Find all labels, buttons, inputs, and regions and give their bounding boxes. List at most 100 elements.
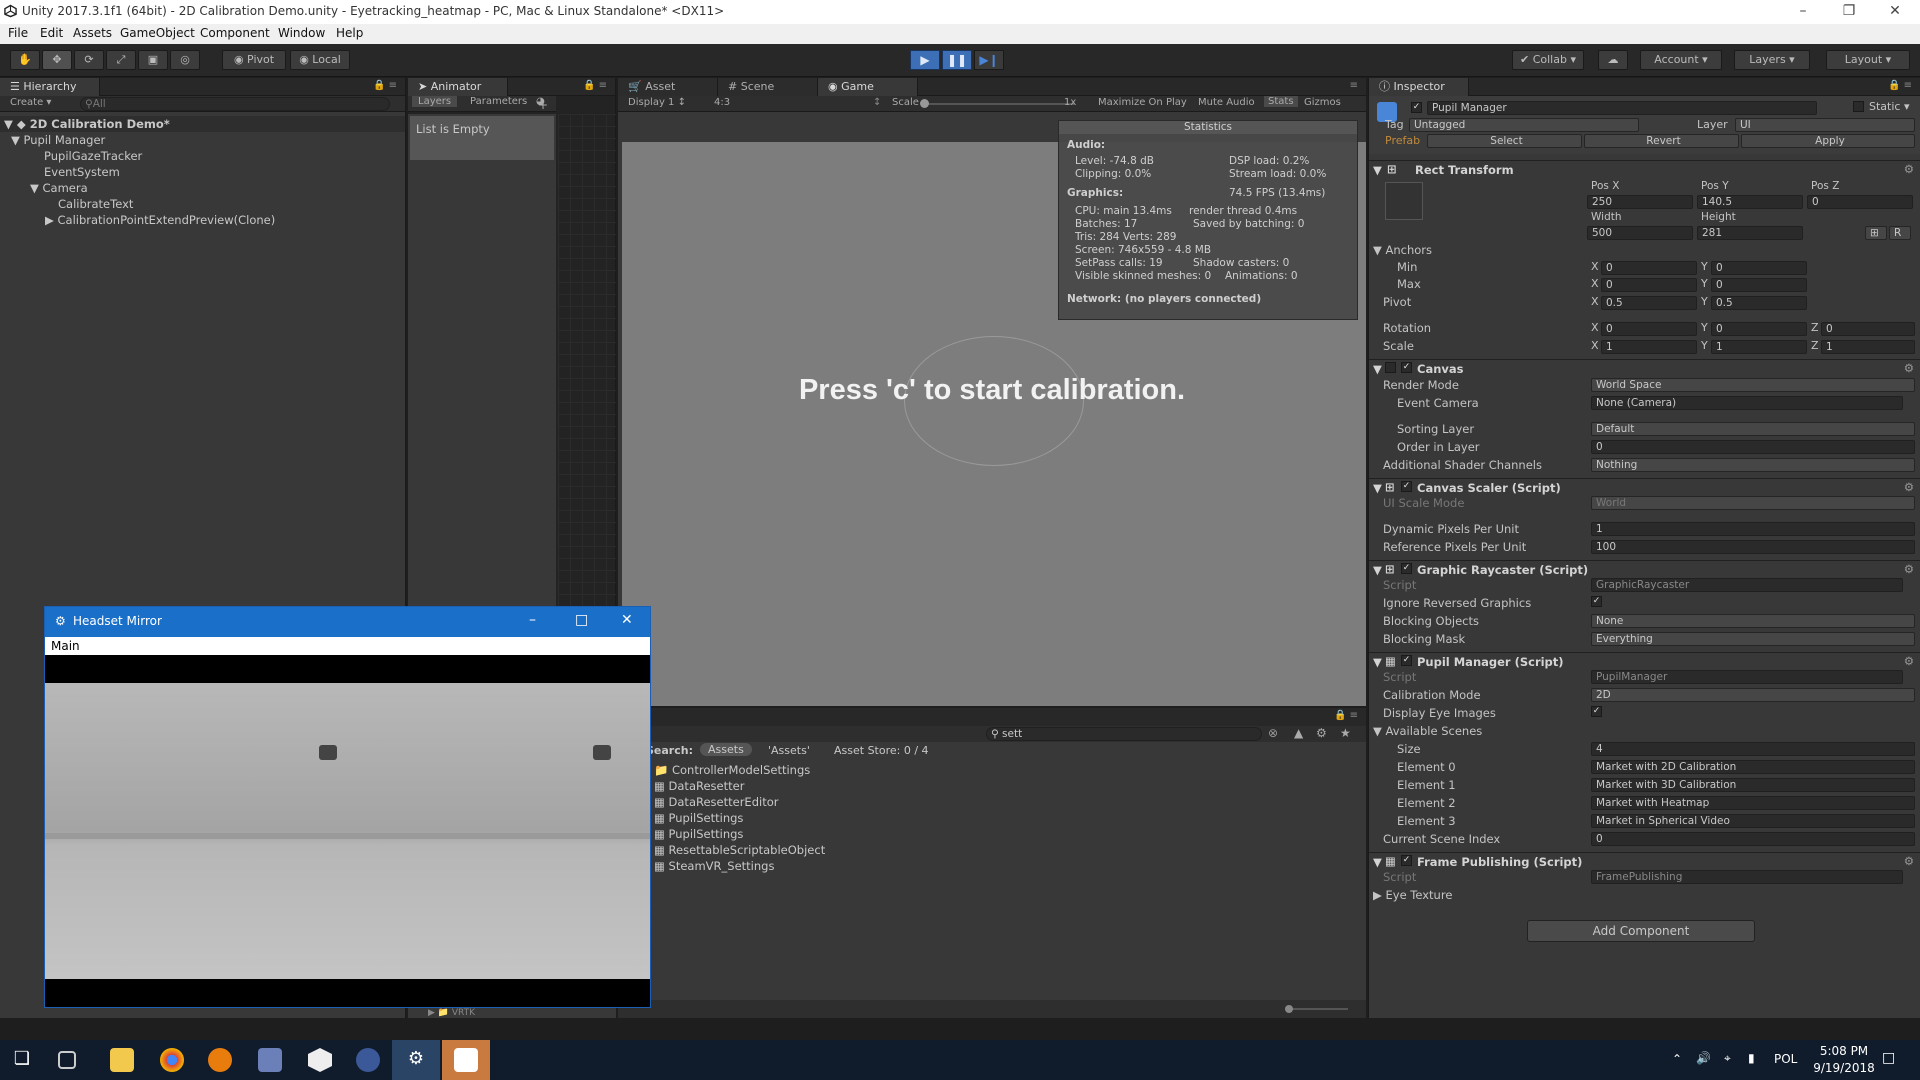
maximize-on-play-toggle[interactable]: Maximize On Play xyxy=(1098,97,1187,108)
hierarchy-item-event-system[interactable]: EventSystem xyxy=(44,164,120,180)
unity-taskbar-icon[interactable] xyxy=(308,1048,332,1072)
rotate-tool-icon[interactable]: ⟳ xyxy=(74,50,104,70)
panel-menu-icon[interactable]: 🔒 ≡ xyxy=(373,80,397,91)
layer-dropdown[interactable]: UI xyxy=(1735,118,1915,132)
settings-gear-icon[interactable]: ⚙ xyxy=(404,1048,428,1072)
component-settings-icon[interactable]: ⚙ xyxy=(1904,854,1914,868)
anchor-max-x-field[interactable]: 0 xyxy=(1601,278,1697,292)
component-settings-icon[interactable]: ⚙ xyxy=(1904,361,1914,375)
scale-y-field[interactable]: 1 xyxy=(1711,340,1807,354)
posx-field[interactable]: 250 xyxy=(1587,195,1693,209)
local-toggle[interactable]: ◉ Local xyxy=(290,50,350,70)
windows-start-icon[interactable]: ❏ xyxy=(10,1048,34,1072)
anchors-foldout[interactable]: ▼ Anchors xyxy=(1373,243,1432,257)
menu-file[interactable]: File xyxy=(8,26,28,40)
static-dropdown[interactable]: Static ▾ xyxy=(1869,100,1909,113)
add-layer-icon[interactable]: + xyxy=(538,98,548,112)
favorite-star-icon[interactable]: ★ xyxy=(1340,726,1351,740)
layout-dropdown[interactable]: Layout ▾ xyxy=(1826,50,1910,70)
component-settings-icon[interactable]: ⚙ xyxy=(1904,654,1914,668)
frame-publishing-header[interactable]: ▼ ▦ ✓ Frame Publishing (Script) ⚙ xyxy=(1369,852,1920,869)
prefab-select-button[interactable]: Select xyxy=(1427,134,1582,148)
transform-tool-icon[interactable]: ◎ xyxy=(170,50,200,70)
canvas-scaler-header[interactable]: ▼ ⊞ ✓ Canvas Scaler (Script) ⚙ xyxy=(1369,478,1920,495)
action-center-icon[interactable]: □ xyxy=(1882,1050,1895,1066)
list-item[interactable]: ▦ PupilSettings xyxy=(654,826,743,842)
canvas-scaler-enabled-checkbox[interactable]: ✓ xyxy=(1401,481,1412,492)
stats-toggle[interactable]: Stats xyxy=(1264,96,1298,107)
tab-scene[interactable]: # Scene xyxy=(718,78,818,96)
collab-dropdown[interactable]: ✔ Collab ▾ xyxy=(1512,50,1584,70)
battery-icon[interactable]: ▮ xyxy=(1748,1051,1755,1065)
tab-hierarchy[interactable]: ☰ Hierarchy xyxy=(0,78,100,96)
scope-asset-store-button[interactable]: Asset Store: 0 / 4 xyxy=(834,744,929,757)
object-name-field[interactable]: Pupil Manager xyxy=(1427,101,1817,115)
create-dropdown[interactable]: Create ▾ xyxy=(10,97,51,108)
menu-help[interactable]: Help xyxy=(336,26,363,40)
raycaster-enabled-checkbox[interactable]: ✓ xyxy=(1401,563,1412,574)
blender-icon[interactable] xyxy=(208,1048,232,1072)
scale-tool-icon[interactable]: ⤢ xyxy=(106,50,136,70)
rect-transform-header[interactable]: ▼ ⊞ Rect Transform ⚙ xyxy=(1369,160,1920,177)
prefab-apply-button[interactable]: Apply xyxy=(1741,134,1915,148)
add-component-button[interactable]: Add Component xyxy=(1527,920,1755,942)
filter-label-icon[interactable]: ⚙ xyxy=(1316,726,1327,740)
close-button[interactable]: ✕ xyxy=(1872,0,1918,24)
blocking-mask-dropdown[interactable]: Everything xyxy=(1591,632,1915,646)
raw-edit-button[interactable]: R xyxy=(1889,226,1911,240)
anchor-preset-widget[interactable] xyxy=(1385,182,1423,220)
mirror-menu-main[interactable]: Main xyxy=(51,639,80,653)
blueprint-mode-button[interactable]: ⊞ xyxy=(1865,226,1887,240)
pivot-toggle[interactable]: ◉ Pivot xyxy=(222,50,286,70)
canvas-header[interactable]: ▼ ✓ Canvas ⚙ xyxy=(1369,359,1920,376)
dynamic-ppu-field[interactable]: 1 xyxy=(1591,522,1915,536)
height-field[interactable]: 281 xyxy=(1697,226,1803,240)
mirror-maximize-button[interactable]: □ xyxy=(575,612,588,628)
network-icon[interactable]: ⌖ xyxy=(1724,1051,1731,1066)
menu-component[interactable]: Component xyxy=(200,26,270,40)
event-camera-field[interactable]: None (Camera) xyxy=(1591,396,1903,410)
pupil-manager-header[interactable]: ▼ ▦ ✓ Pupil Manager (Script) ⚙ xyxy=(1369,652,1920,669)
account-dropdown[interactable]: Account ▾ xyxy=(1640,50,1722,70)
current-scene-index-field[interactable]: 0 xyxy=(1591,832,1915,846)
menu-gameobject[interactable]: GameObject xyxy=(120,26,195,40)
project-folder-partial[interactable]: ▶ 📁 VRTK xyxy=(408,1008,616,1018)
hierarchy-item-camera[interactable]: ▼ Camera xyxy=(30,180,88,196)
reference-ppu-field[interactable]: 100 xyxy=(1591,540,1915,554)
step-button[interactable]: ▶❙ xyxy=(974,50,1004,70)
language-indicator[interactable]: POL xyxy=(1774,1052,1797,1066)
mirror-close-button[interactable]: ✕ xyxy=(621,612,633,628)
list-item[interactable]: ▦ ResettableScriptableObject xyxy=(654,842,825,858)
pivot-x-field[interactable]: 0.5 xyxy=(1601,296,1697,310)
scale-z-field[interactable]: 1 xyxy=(1821,340,1915,354)
component-settings-icon[interactable]: ⚙ xyxy=(1904,562,1914,576)
pivot-y-field[interactable]: 0.5 xyxy=(1711,296,1807,310)
tab-asset-store[interactable]: 🛒 Asset Store xyxy=(618,78,718,111)
clock-time[interactable]: 5:08 PM xyxy=(1812,1044,1876,1058)
rotation-y-field[interactable]: 0 xyxy=(1711,322,1807,336)
pupil-manager-enabled-checkbox[interactable]: ✓ xyxy=(1401,655,1412,666)
scope-assets-button[interactable]: Assets xyxy=(700,743,752,756)
active-checkbox[interactable]: ✓ xyxy=(1411,102,1422,113)
element-1-field[interactable]: Market with 3D Calibration xyxy=(1591,778,1915,792)
scene-row[interactable]: ▼ ◆ 2D Calibration Demo* xyxy=(0,116,405,132)
component-settings-icon[interactable]: ⚙ xyxy=(1904,480,1914,494)
hierarchy-item-gaze-tracker[interactable]: PupilGazeTracker xyxy=(44,148,142,164)
mute-audio-toggle[interactable]: Mute Audio xyxy=(1198,97,1255,108)
graphic-raycaster-header[interactable]: ▼ ⊞ ✓ Graphic Raycaster (Script) ⚙ xyxy=(1369,560,1920,577)
rotation-z-field[interactable]: 0 xyxy=(1821,322,1915,336)
frame-publishing-enabled-checkbox[interactable]: ✓ xyxy=(1401,855,1412,866)
play-button[interactable]: ▶ xyxy=(910,50,940,70)
element-2-field[interactable]: Market with Heatmap xyxy=(1591,796,1915,810)
list-item[interactable]: ▦ DataResetter xyxy=(654,778,744,794)
gizmos-dropdown[interactable]: Gizmos xyxy=(1304,97,1341,108)
display-dropdown[interactable]: Display 1 ↕ xyxy=(628,97,686,108)
maximize-button[interactable]: ❐ xyxy=(1826,0,1872,24)
anchor-min-y-field[interactable]: 0 xyxy=(1711,261,1807,275)
scale-x-field[interactable]: 1 xyxy=(1601,340,1697,354)
menu-window[interactable]: Window xyxy=(278,26,325,40)
mirror-minimize-button[interactable]: – xyxy=(529,612,536,628)
panel-menu-icon[interactable]: 🔒 ≡ xyxy=(1334,710,1358,721)
task-view-icon[interactable] xyxy=(58,1051,76,1069)
calibration-mode-dropdown[interactable]: 2D xyxy=(1591,688,1915,702)
